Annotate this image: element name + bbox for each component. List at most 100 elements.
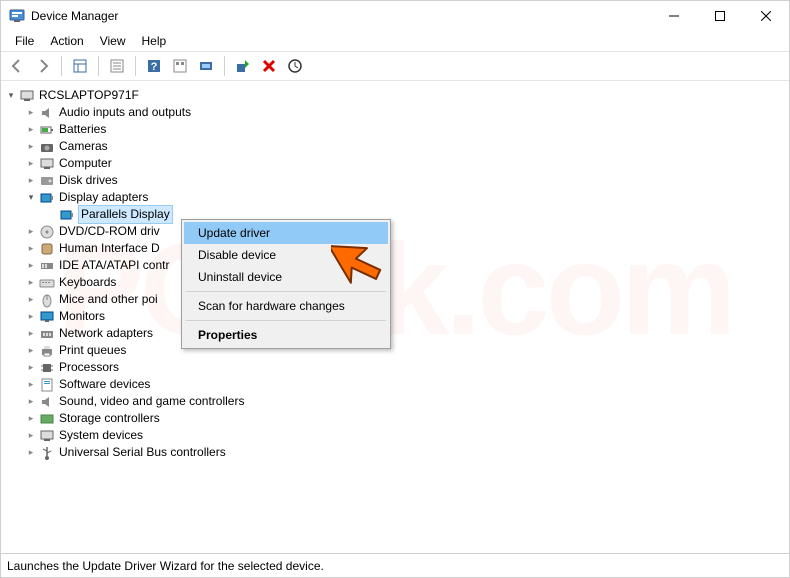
twisty-icon[interactable] [25,104,37,121]
tree-node-label: Keyboards [59,274,116,291]
tree-node[interactable]: Batteries [5,121,785,138]
twisty-icon[interactable] [25,291,37,308]
tree-node[interactable]: Software devices [5,376,785,393]
tree-node[interactable]: Disk drives [5,172,785,189]
help-button[interactable]: ? [142,54,166,78]
menu-help[interactable]: Help [134,32,175,50]
tree-node-label: Mice and other poi [59,291,158,308]
tree-node[interactable]: Mice and other poi [5,291,785,308]
tree-node-selected[interactable]: Parallels Display [5,206,785,223]
tree-node-label: Audio inputs and outputs [59,104,191,121]
tree-node[interactable]: Processors [5,359,785,376]
hid-icon [39,241,55,257]
twisty-icon[interactable] [25,172,37,189]
tree-node-label: System devices [59,427,143,444]
network-icon [39,326,55,342]
tree-node[interactable]: Sound, video and game controllers [5,393,785,410]
ctx-uninstall-device[interactable]: Uninstall device [184,266,388,288]
twisty-icon[interactable] [25,359,37,376]
usb-icon [39,445,55,461]
twisty-icon[interactable] [25,121,37,138]
menu-action[interactable]: Action [42,32,91,50]
properties-button[interactable] [105,54,129,78]
processor-icon [39,360,55,376]
tree-node[interactable]: Display adapters [5,189,785,206]
tree-node[interactable]: Storage controllers [5,410,785,427]
close-button[interactable] [743,1,789,31]
software-icon [39,377,55,393]
tree-node[interactable]: DVD/CD-ROM driv [5,223,785,240]
view-icons-button[interactable] [168,54,192,78]
monitor-icon [39,309,55,325]
toolbar-separator [135,56,136,76]
show-hide-tree-button[interactable] [68,54,92,78]
maximize-button[interactable] [697,1,743,31]
window-title: Device Manager [31,9,118,23]
tree-node-label: IDE ATA/ATAPI contr [59,257,169,274]
keyboard-icon [39,275,55,291]
display-adapter-icon [59,207,75,223]
tree-node[interactable]: Cameras [5,138,785,155]
ctx-scan-hardware[interactable]: Scan for hardware changes [184,295,388,317]
tree-root[interactable]: RCSLAPTOP971F [5,87,785,104]
toolbar-separator [224,56,225,76]
statusbar-text: Launches the Update Driver Wizard for th… [7,559,324,573]
twisty-icon[interactable] [25,274,37,291]
twisty-icon[interactable] [5,87,17,104]
twisty-icon[interactable] [25,240,37,257]
printer-icon [39,343,55,359]
tree-node[interactable]: Universal Serial Bus controllers [5,444,785,461]
update-driver-button[interactable] [194,54,218,78]
ctx-properties[interactable]: Properties [184,324,388,346]
twisty-icon[interactable] [25,223,37,240]
twisty-icon[interactable] [25,308,37,325]
twisty-icon[interactable] [25,376,37,393]
tree-node[interactable]: Monitors [5,308,785,325]
enable-device-button[interactable] [231,54,255,78]
tree-node[interactable]: Human Interface D [5,240,785,257]
ctx-separator [186,291,386,292]
back-button[interactable] [5,54,29,78]
tree-node[interactable]: Network adapters [5,325,785,342]
tree-node[interactable]: IDE ATA/ATAPI contr [5,257,785,274]
tree-node[interactable]: System devices [5,427,785,444]
battery-icon [39,122,55,138]
tree-node-label: Parallels Display [79,206,172,223]
tree-node[interactable]: Audio inputs and outputs [5,104,785,121]
ctx-update-driver[interactable]: Update driver [184,222,388,244]
twisty-icon[interactable] [25,325,37,342]
scan-hardware-button[interactable] [283,54,307,78]
menu-view[interactable]: View [92,32,134,50]
menu-file[interactable]: File [7,32,42,50]
forward-button[interactable] [31,54,55,78]
ctx-disable-device[interactable]: Disable device [184,244,388,266]
statusbar: Launches the Update Driver Wizard for th… [1,553,789,577]
tree-node-label: Storage controllers [59,410,160,427]
tree-node-label: Batteries [59,121,106,138]
twisty-icon[interactable] [25,155,37,172]
twisty-icon[interactable] [25,427,37,444]
twisty-icon[interactable] [25,189,37,206]
twisty-icon[interactable] [25,138,37,155]
app-icon [9,8,25,24]
tree-node[interactable]: Print queues [5,342,785,359]
device-tree[interactable]: RCSLAPTOP971F Audio inputs and outputs B… [1,81,789,553]
mouse-icon [39,292,55,308]
minimize-button[interactable] [651,1,697,31]
ide-icon [39,258,55,274]
twisty-icon[interactable] [25,393,37,410]
system-icon [39,428,55,444]
context-menu: Update driver Disable device Uninstall d… [181,219,391,349]
twisty-icon[interactable] [25,342,37,359]
twisty-icon[interactable] [25,410,37,427]
tree-node[interactable]: Computer [5,155,785,172]
tree-node-label: DVD/CD-ROM driv [59,223,160,240]
tree-node[interactable]: Keyboards [5,274,785,291]
uninstall-button[interactable] [257,54,281,78]
tree-node-label: Network adapters [59,325,153,342]
twisty-icon[interactable] [25,257,37,274]
twisty-icon[interactable] [25,444,37,461]
toolbar-separator [61,56,62,76]
tree-node-label: Processors [59,359,119,376]
tree-node-label: Sound, video and game controllers [59,393,244,410]
